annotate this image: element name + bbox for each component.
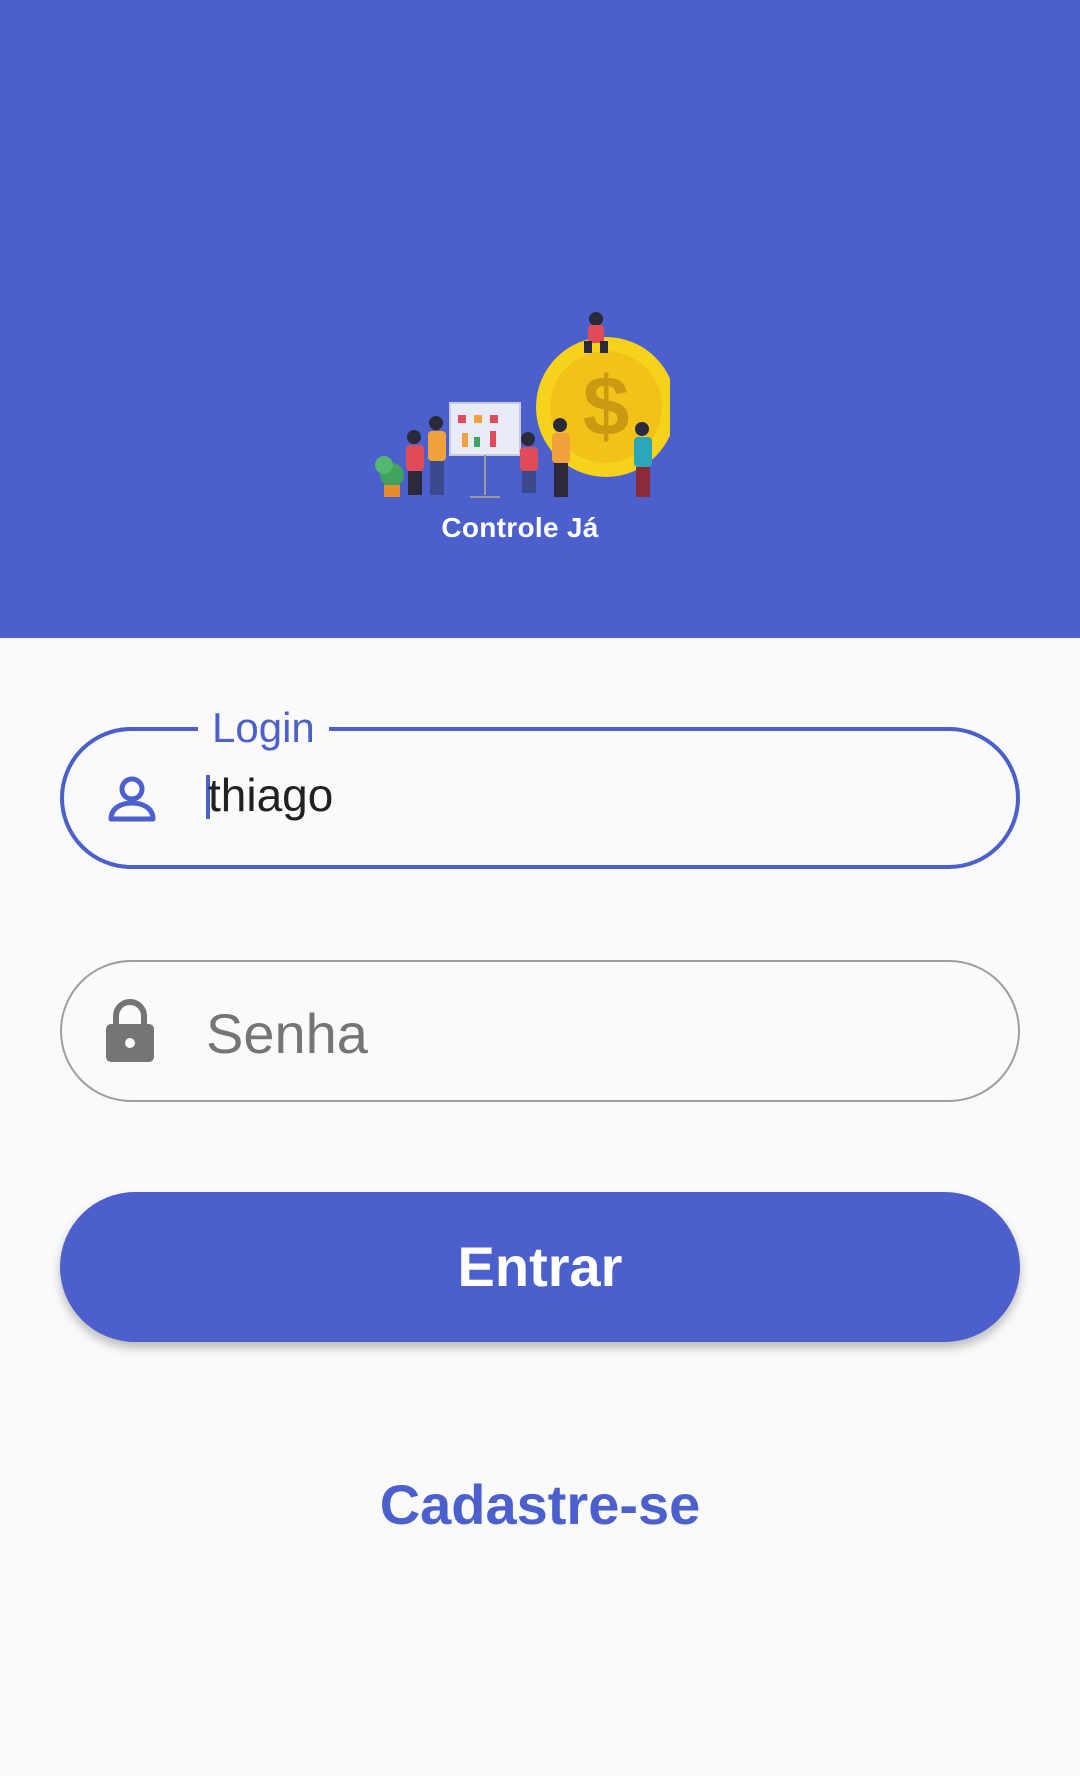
- logo-text: Controle Já: [441, 512, 599, 543]
- login-button[interactable]: Entrar: [60, 1192, 1020, 1342]
- signup-link[interactable]: Cadastre-se: [0, 1470, 1080, 1540]
- password-input[interactable]: Senha: [206, 1002, 368, 1066]
- app-logo: $ Controle Já: [370, 305, 680, 555]
- password-field[interactable]: Senha: [60, 960, 1020, 1102]
- lock-icon: [104, 998, 156, 1069]
- svg-text:$: $: [583, 359, 630, 453]
- login-field[interactable]: Login thiago: [60, 703, 1020, 869]
- logo-illustration: $: [375, 312, 670, 498]
- header: $ Controle Já: [0, 0, 1080, 638]
- person-icon: [106, 773, 158, 830]
- login-label: Login: [198, 703, 329, 753]
- login-input[interactable]: thiago: [208, 767, 333, 823]
